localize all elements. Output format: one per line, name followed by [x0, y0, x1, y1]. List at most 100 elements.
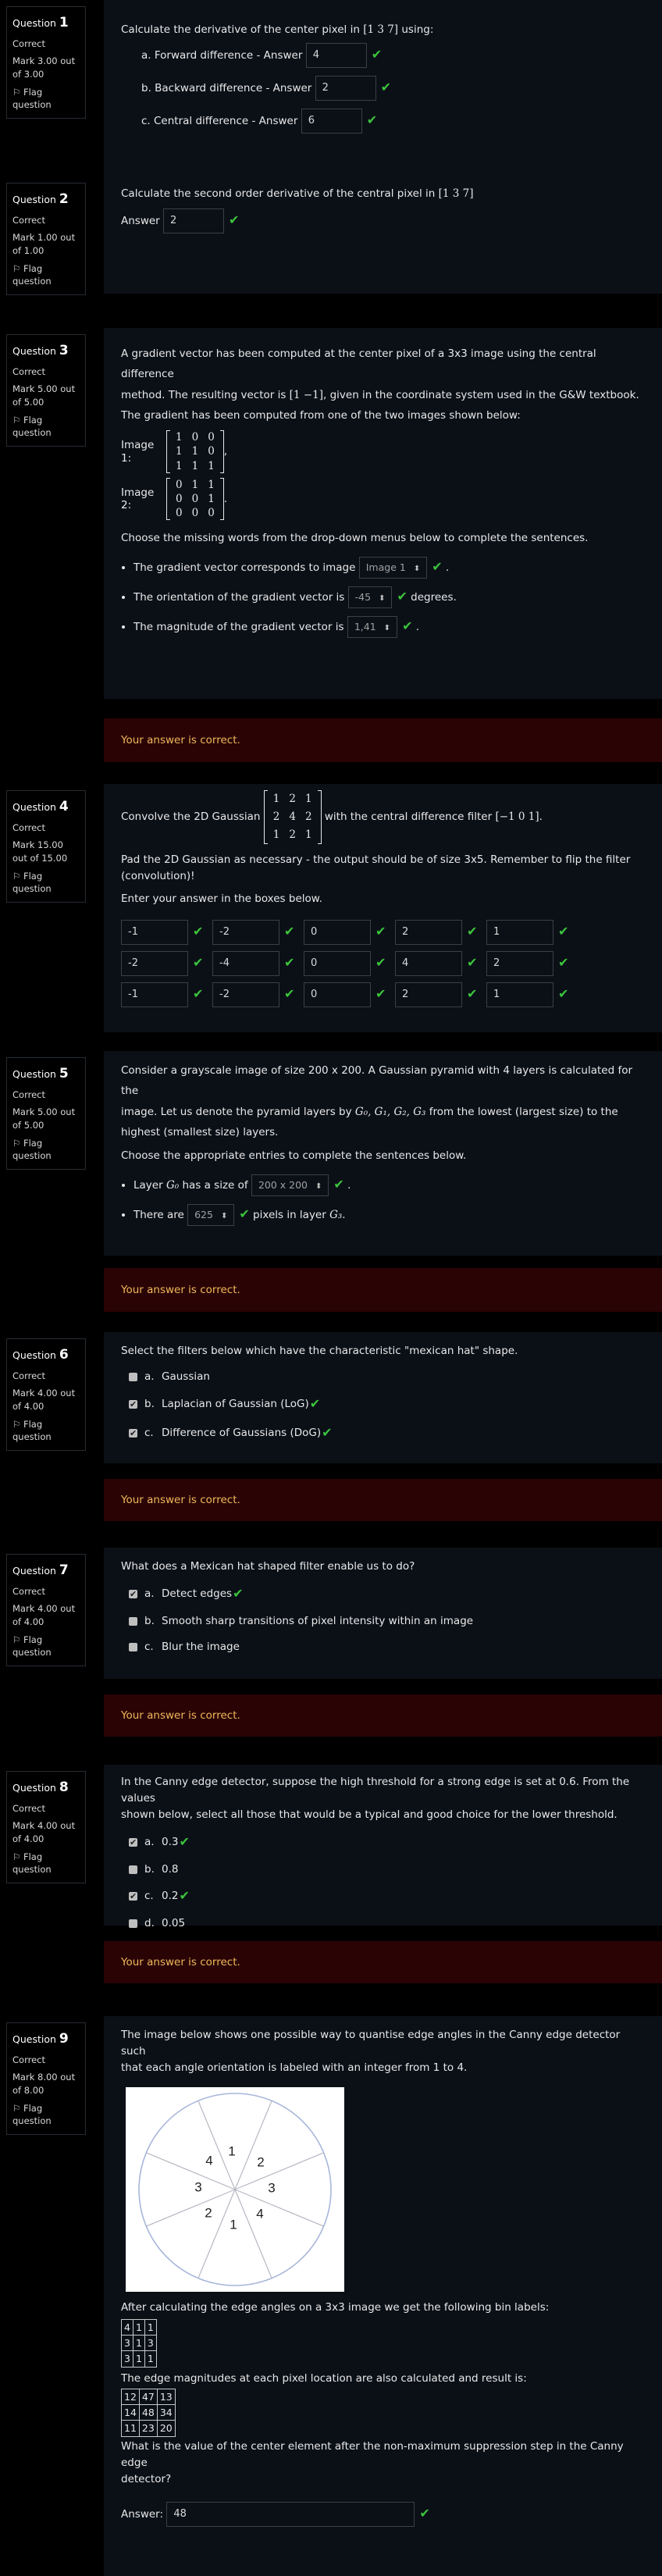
answer-input[interactable]: 2 — [315, 76, 376, 102]
answer-input[interactable]: 0 — [304, 950, 371, 976]
filter-vector: [−1 0 1] — [495, 810, 539, 823]
option-letter: c. — [144, 1426, 154, 1439]
option-label: 0.8 — [162, 1862, 179, 1876]
question-number: 3 — [59, 343, 69, 358]
flag-question-link[interactable]: ⚐ Flag question — [12, 414, 80, 440]
answer-input[interactable]: 48 — [166, 2501, 415, 2527]
answer-input[interactable]: -2 — [212, 982, 279, 1007]
wheel-label: 3 — [268, 2180, 275, 2195]
option-checkbox[interactable] — [129, 1890, 137, 1903]
grid-cell: -2 ✔ — [212, 982, 304, 1007]
correct-check-icon: ✔ — [558, 955, 569, 971]
orientation-select[interactable]: -45 ⬍ — [347, 586, 393, 608]
grid-cell: 1 ✔ — [486, 919, 578, 945]
answer-input[interactable]: 2 — [163, 208, 225, 234]
option-checkbox[interactable] — [129, 1919, 137, 1929]
flag-question-link[interactable]: ⚐ Flag question — [12, 1851, 80, 1876]
matrix-cell: 1 — [272, 828, 280, 841]
grid-cell: 4 ✔ — [395, 950, 486, 976]
option-checkbox[interactable] — [129, 1865, 137, 1874]
prompt-text: Choose the appropriate entries to comple… — [121, 1149, 467, 1163]
question-prompt: What does a Mexican hat shaped filter en… — [121, 1560, 415, 1573]
flag-question-link[interactable]: ⚐ Flag question — [12, 262, 80, 288]
flag-question-link[interactable]: ⚐ Flag question — [12, 2102, 80, 2128]
grid-cell: 2 ✔ — [486, 950, 578, 976]
answer-row: Answer 2 ✔ — [121, 208, 645, 234]
prompt-text: The image below shows one possible way t… — [121, 2029, 621, 2058]
option-checkbox[interactable] — [129, 1616, 137, 1626]
answer-input[interactable]: -1 — [121, 919, 188, 945]
wheel-label: 1 — [230, 2217, 237, 2232]
flag-question-link[interactable]: ⚐ Flag question — [12, 870, 80, 896]
option-checkbox[interactable] — [129, 1587, 137, 1601]
question-label: Question — [12, 345, 56, 357]
flag-question-link[interactable]: ⚐ Flag question — [12, 1634, 80, 1659]
answer-input[interactable]: 0 — [304, 919, 371, 945]
answer-input[interactable]: 4 — [395, 950, 462, 976]
image-label: Image 2: — [121, 486, 155, 512]
question-3: Question 3 Correct Mark 5.00 out of 5.00… — [0, 328, 662, 765]
answer-input[interactable]: 6 — [301, 109, 362, 134]
grid-cell: 0 ✔ — [304, 950, 395, 976]
answer-input[interactable]: 1 — [486, 919, 553, 945]
image-select[interactable]: Image 1 ⬍ — [358, 556, 428, 579]
select-value: 1,41 — [354, 620, 376, 632]
answer-input[interactable]: -2 — [121, 950, 188, 976]
answer-input[interactable]: -1 — [121, 982, 188, 1007]
option-label: 0.3 — [162, 1835, 179, 1848]
question-info: Question 8 Correct Mark 4.00 out of 4.00… — [6, 1771, 86, 1883]
answer-label: b. Backward difference - Answer — [141, 82, 312, 95]
prompt-text-part: method. The resulting vector is — [121, 388, 287, 401]
correct-check-icon: ✔ — [179, 1888, 190, 1904]
option-letter: d. — [144, 1917, 155, 1930]
answer-row: c. Central difference - Answer 6 ✔ — [141, 109, 645, 134]
sentence-3: The magnitude of the gradient vector is … — [133, 615, 645, 638]
answer-input[interactable]: 4 — [305, 42, 367, 69]
question-prompt: Convolve the 2D Gaussian 121 242 121 wit… — [121, 790, 645, 844]
flag-question-link[interactable]: ⚐ Flag question — [12, 1418, 80, 1444]
size-select[interactable]: 200 x 200 ⬍ — [251, 1174, 329, 1196]
select-arrow-icon: ⬍ — [379, 593, 386, 603]
option-checkbox[interactable] — [129, 1398, 137, 1411]
question-4: Question 4 Correct Mark 15.00 out of 15.… — [0, 784, 662, 1032]
prompt-text: Choose the missing words from the drop-d… — [121, 532, 589, 545]
answer-input[interactable]: -2 — [212, 919, 279, 945]
table-cell: 1 — [132, 2350, 145, 2368]
option-checkbox[interactable] — [129, 1836, 137, 1849]
magnitude-select[interactable]: 1,41 ⬍ — [347, 615, 398, 638]
answer-input[interactable]: -4 — [212, 950, 279, 976]
question-content: In the Canny edge detector, suppose the … — [104, 1765, 662, 1929]
option-letter: a. — [144, 1835, 155, 1848]
question-number: 7 — [59, 1562, 69, 1578]
answer-input[interactable]: 0 — [304, 982, 371, 1007]
prompt-text: Convolve the 2D Gaussian — [121, 810, 261, 823]
question-number: 6 — [59, 1347, 69, 1363]
correct-check-icon: ✔ — [284, 924, 295, 939]
answer-input[interactable]: 2 — [395, 982, 462, 1007]
feedback-correct: Your answer is correct. — [104, 718, 662, 762]
correct-check-icon: ✔ — [467, 955, 478, 971]
table-cell: 47 — [138, 2388, 158, 2406]
answer-input[interactable]: 2 — [486, 950, 553, 976]
pixel-count-select[interactable]: 625 ⬍ — [187, 1203, 235, 1226]
sentence-text: pixels in layer — [253, 1208, 326, 1221]
question-prompt: In the Canny edge detector, suppose the … — [121, 1776, 630, 1805]
matrix-cell: 0 — [191, 431, 199, 444]
answer-input[interactable]: 1 — [486, 982, 553, 1007]
option-checkbox[interactable] — [129, 1642, 137, 1651]
option-checkbox[interactable] — [129, 1372, 137, 1381]
question-info: Question 6 Correct Mark 4.00 out of 4.00… — [6, 1338, 86, 1451]
option-label: Laplacian of Gaussian (LoG) — [162, 1397, 309, 1410]
flag-question-link[interactable]: ⚐ Flag question — [12, 1137, 80, 1163]
sentence-1: Layer G₀ has a size of 200 x 200 ⬍ ✔ . — [133, 1174, 645, 1196]
correct-check-icon: ✔ — [179, 1833, 190, 1849]
gradient-vector: [1 −1] — [289, 388, 323, 401]
answer-input[interactable]: 2 — [395, 919, 462, 945]
flag-question-link[interactable]: ⚐ Flag question — [12, 86, 80, 112]
table-cell: 23 — [138, 2420, 158, 2437]
correct-check-icon: ✔ — [467, 986, 478, 1002]
table-cell: 4 — [121, 2318, 133, 2336]
question-8: Question 8 Correct Mark 4.00 out of 4.00… — [0, 1765, 662, 1991]
feedback-correct: Your answer is correct. — [104, 1941, 662, 1983]
option-checkbox[interactable] — [129, 1427, 137, 1440]
